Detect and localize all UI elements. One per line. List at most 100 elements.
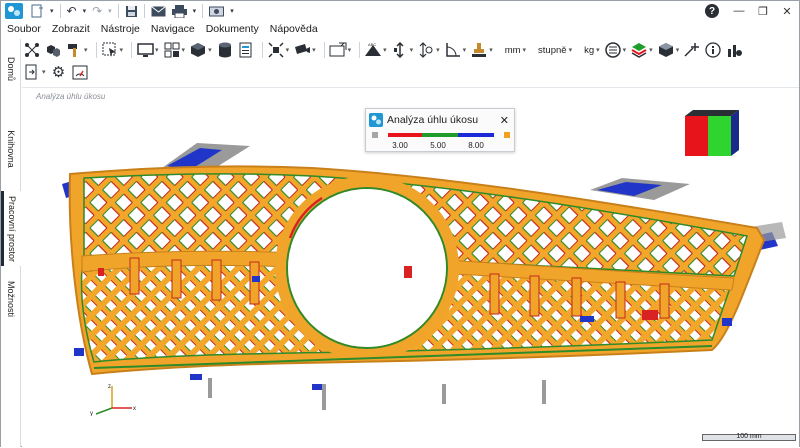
separator [131, 42, 133, 58]
statistics-icon[interactable] [725, 40, 743, 60]
undo-icon[interactable]: ↶ [64, 2, 80, 20]
menu-zobrazit[interactable]: Zobrazit [52, 23, 90, 35]
dropdown-icon[interactable]: ▾ [596, 46, 600, 54]
axes-triad: z x y [90, 384, 136, 416]
dropdown-icon[interactable]: ▾ [182, 46, 186, 54]
panel-header: Analýza úhlu úkosu ✕ [366, 109, 514, 131]
restore-icon[interactable]: ❐ [751, 1, 775, 21]
new-document-icon[interactable] [27, 2, 47, 20]
dropdown-icon[interactable]: ▾ [227, 2, 237, 20]
tab-pracovni-prostor[interactable]: Pracovní prostor [1, 191, 21, 266]
cubes-icon[interactable] [44, 40, 62, 60]
tab-moznosti[interactable]: Možnosti [1, 269, 21, 329]
dropdown-icon[interactable]: ▾ [84, 46, 88, 54]
minimize-icon[interactable]: — [727, 1, 751, 21]
app-logo-icon [5, 3, 23, 19]
cylinder-icon[interactable] [216, 40, 234, 60]
dropdown-icon[interactable]: ▾ [312, 46, 316, 54]
tab-domu[interactable]: Domů [1, 39, 21, 99]
dropdown-icon[interactable]: ▾ [523, 46, 527, 54]
dropdown-icon[interactable]: ▾ [80, 2, 90, 20]
cube-view-icon[interactable] [657, 40, 675, 60]
scale-mid-segment [422, 133, 458, 137]
hammer-icon[interactable] [65, 40, 83, 60]
dropdown-icon[interactable]: ▾ [47, 2, 57, 20]
dropdown-icon[interactable]: ▾ [383, 46, 387, 54]
scale-tick-labels: 3.00 5.00 8.00 [372, 141, 510, 151]
email-icon[interactable] [148, 2, 169, 20]
scale-bar: 100 mm [702, 431, 796, 443]
dropdown-icon[interactable]: ▾ [155, 46, 159, 54]
dropdown-icon[interactable]: ▾ [120, 46, 124, 54]
tick-label-high: 8.00 [468, 141, 484, 150]
dropdown-icon[interactable]: ▾ [286, 46, 290, 54]
view-cube-right-face [708, 116, 731, 156]
import-document-icon[interactable] [23, 62, 41, 82]
menu-napoveda[interactable]: Nápověda [270, 23, 318, 35]
dropdown-icon[interactable]: ▾ [42, 68, 46, 76]
dropdown-icon[interactable]: ▾ [105, 2, 115, 20]
tick-label-mid: 5.00 [430, 141, 446, 150]
layout-grid-icon[interactable] [163, 40, 181, 60]
tab-knihovna[interactable]: Knihovna [1, 109, 21, 189]
screenshot-icon[interactable] [206, 2, 227, 20]
gauge-icon[interactable] [71, 62, 89, 82]
dropdown-icon[interactable]: ▾ [348, 46, 352, 54]
separator [95, 42, 97, 58]
toolbar-row-1: ▾ ▾ ▾ ▾ ▾ ▾ ▾ ▾ ABC ▾ ▾ ▾ ▾ ▾ mm ▾ stupn… [23, 39, 799, 61]
options-list-icon[interactable] [604, 40, 622, 60]
close-icon[interactable]: ✕ [775, 1, 799, 21]
settings-gear-icon[interactable]: ⚙ [50, 62, 68, 82]
3d-viewport[interactable]: Analýza úhlu úkosu Analýza úhlu úkosu ✕ … [22, 87, 799, 447]
menu-soubor[interactable]: Soubor [7, 23, 41, 35]
toolbar-row-2: ▾ ⚙ [23, 61, 799, 83]
print-icon[interactable] [169, 2, 190, 20]
document-icon[interactable] [237, 40, 255, 60]
svg-text:ABC: ABC [368, 42, 376, 47]
dropdown-icon[interactable]: ▾ [410, 46, 414, 54]
analysis-app-icon [369, 113, 383, 127]
camera-icon[interactable] [293, 40, 311, 60]
unit-mass[interactable]: kg [584, 45, 594, 56]
stamp-icon[interactable] [470, 40, 488, 60]
dropdown-icon[interactable]: ▾ [208, 46, 212, 54]
display-icon[interactable] [136, 40, 154, 60]
assembly-tree-icon[interactable] [23, 40, 41, 60]
close-icon[interactable]: ✕ [500, 114, 509, 127]
emblem-opening [288, 189, 446, 347]
view-cube[interactable] [685, 110, 739, 156]
dropdown-icon[interactable]: ▾ [436, 46, 440, 54]
menu-navigace[interactable]: Navigace [151, 23, 195, 35]
measure-distance-icon[interactable] [391, 40, 409, 60]
angle-dimension-icon[interactable] [444, 40, 462, 60]
bottom-ribs [208, 378, 546, 410]
dropdown-icon[interactable]: ▾ [489, 46, 493, 54]
menu-dokumenty[interactable]: Dokumenty [206, 23, 259, 35]
measure-angle-icon[interactable]: ABC [364, 40, 382, 60]
separator [359, 42, 361, 58]
dropdown-icon[interactable]: ▾ [463, 46, 467, 54]
menu-nastroje[interactable]: Nástroje [101, 23, 140, 35]
point-axis-icon[interactable] [683, 40, 701, 60]
redo-icon[interactable]: ↷ [89, 2, 105, 20]
axis-y-label: y [90, 411, 93, 416]
dropdown-icon[interactable]: ▾ [676, 46, 680, 54]
explode-icon[interactable] [267, 40, 285, 60]
window-controls: ? — ❐ ✕ [705, 1, 799, 21]
solid-cube-icon[interactable] [189, 40, 207, 60]
section-plane-icon[interactable] [329, 40, 347, 60]
save-icon[interactable] [122, 2, 141, 20]
info-icon[interactable] [704, 40, 722, 60]
dropdown-icon[interactable]: ▾ [569, 46, 573, 54]
help-icon[interactable]: ? [705, 4, 719, 18]
layers-analysis-icon[interactable] [630, 40, 648, 60]
unit-length[interactable]: mm [505, 45, 521, 56]
axis-x-label: x [133, 406, 136, 412]
dropdown-icon[interactable]: ▾ [649, 46, 653, 54]
measure-vertical-icon[interactable] [417, 40, 435, 60]
dropdown-icon[interactable]: ▾ [623, 46, 627, 54]
separator [59, 4, 61, 18]
cursor-select-icon[interactable] [101, 40, 119, 60]
dropdown-icon[interactable]: ▾ [190, 2, 200, 20]
unit-angle[interactable]: stupně [538, 45, 567, 56]
